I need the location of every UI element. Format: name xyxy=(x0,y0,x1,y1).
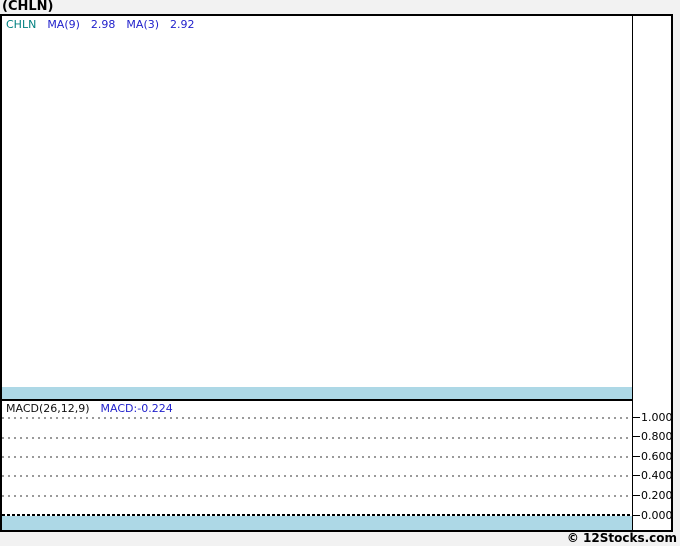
ma9-label: MA(9) xyxy=(47,18,80,31)
tick-label: 1.000 xyxy=(641,410,673,424)
ma3-value: 2.92 xyxy=(170,18,195,31)
tick-mark xyxy=(633,494,640,496)
panel-separator-band xyxy=(2,387,632,401)
gridline-0.600 xyxy=(2,456,632,458)
macd-legend: MACD(26,12,9) MACD:-0.224 xyxy=(6,403,184,415)
gridline-0.800 xyxy=(2,437,632,439)
ticker-symbol: CHLN xyxy=(6,18,37,31)
tick-mark xyxy=(633,455,640,457)
y-axis-tick: 0.000 xyxy=(633,508,673,522)
macd-value-label: MACD:-0.224 xyxy=(100,402,173,415)
tick-mark xyxy=(633,416,640,418)
tick-label: 0.800 xyxy=(641,429,673,443)
macd-params-label: MACD(26,12,9) xyxy=(6,402,90,415)
tick-mark xyxy=(633,474,640,476)
y-axis-tick: 0.200 xyxy=(633,488,673,502)
gridline-0.400 xyxy=(2,475,632,477)
tick-mark xyxy=(633,435,640,437)
y-axis-tick: 1.000 xyxy=(633,410,673,424)
chart-frame: CHLN MA(9) 2.98 MA(3) 2.92 MACD(26,12,9) MACD… xyxy=(0,14,673,532)
stock-chart-page: (CHLN) CHLN MA(9) 2.98 MA(3) 2.92 MACD(26,12… xyxy=(0,0,680,546)
price-legend: CHLN MA(9) 2.98 MA(3) 2.92 xyxy=(6,19,206,31)
y-axis: 1.000 0.800 0.600 0.400 0.200 0.000 xyxy=(633,16,673,530)
price-panel: CHLN MA(9) 2.98 MA(3) 2.92 xyxy=(2,16,632,387)
y-axis-tick: 0.800 xyxy=(633,429,673,443)
y-axis-tick: 0.600 xyxy=(633,449,673,463)
tick-label: 0.200 xyxy=(641,488,673,502)
gridline-0.200 xyxy=(2,495,632,497)
ma3-label: MA(3) xyxy=(126,18,160,31)
y-axis-tick: 0.400 xyxy=(633,468,673,482)
tick-label: 0.600 xyxy=(641,449,673,463)
watermark: © 12Stocks.com xyxy=(566,531,677,545)
tick-mark xyxy=(633,514,640,516)
page-title: (CHLN) xyxy=(2,0,54,14)
zero-gridline xyxy=(2,514,632,516)
plot-column: CHLN MA(9) 2.98 MA(3) 2.92 MACD(26,12,9) MACD… xyxy=(2,16,633,530)
gridline-1.000 xyxy=(2,417,632,419)
bottom-band xyxy=(2,516,632,530)
tick-label: 0.400 xyxy=(641,468,673,482)
macd-panel: MACD(26,12,9) MACD:-0.224 xyxy=(2,401,632,516)
ma9-value: 2.98 xyxy=(90,18,116,31)
tick-label: 0.000 xyxy=(641,508,673,522)
